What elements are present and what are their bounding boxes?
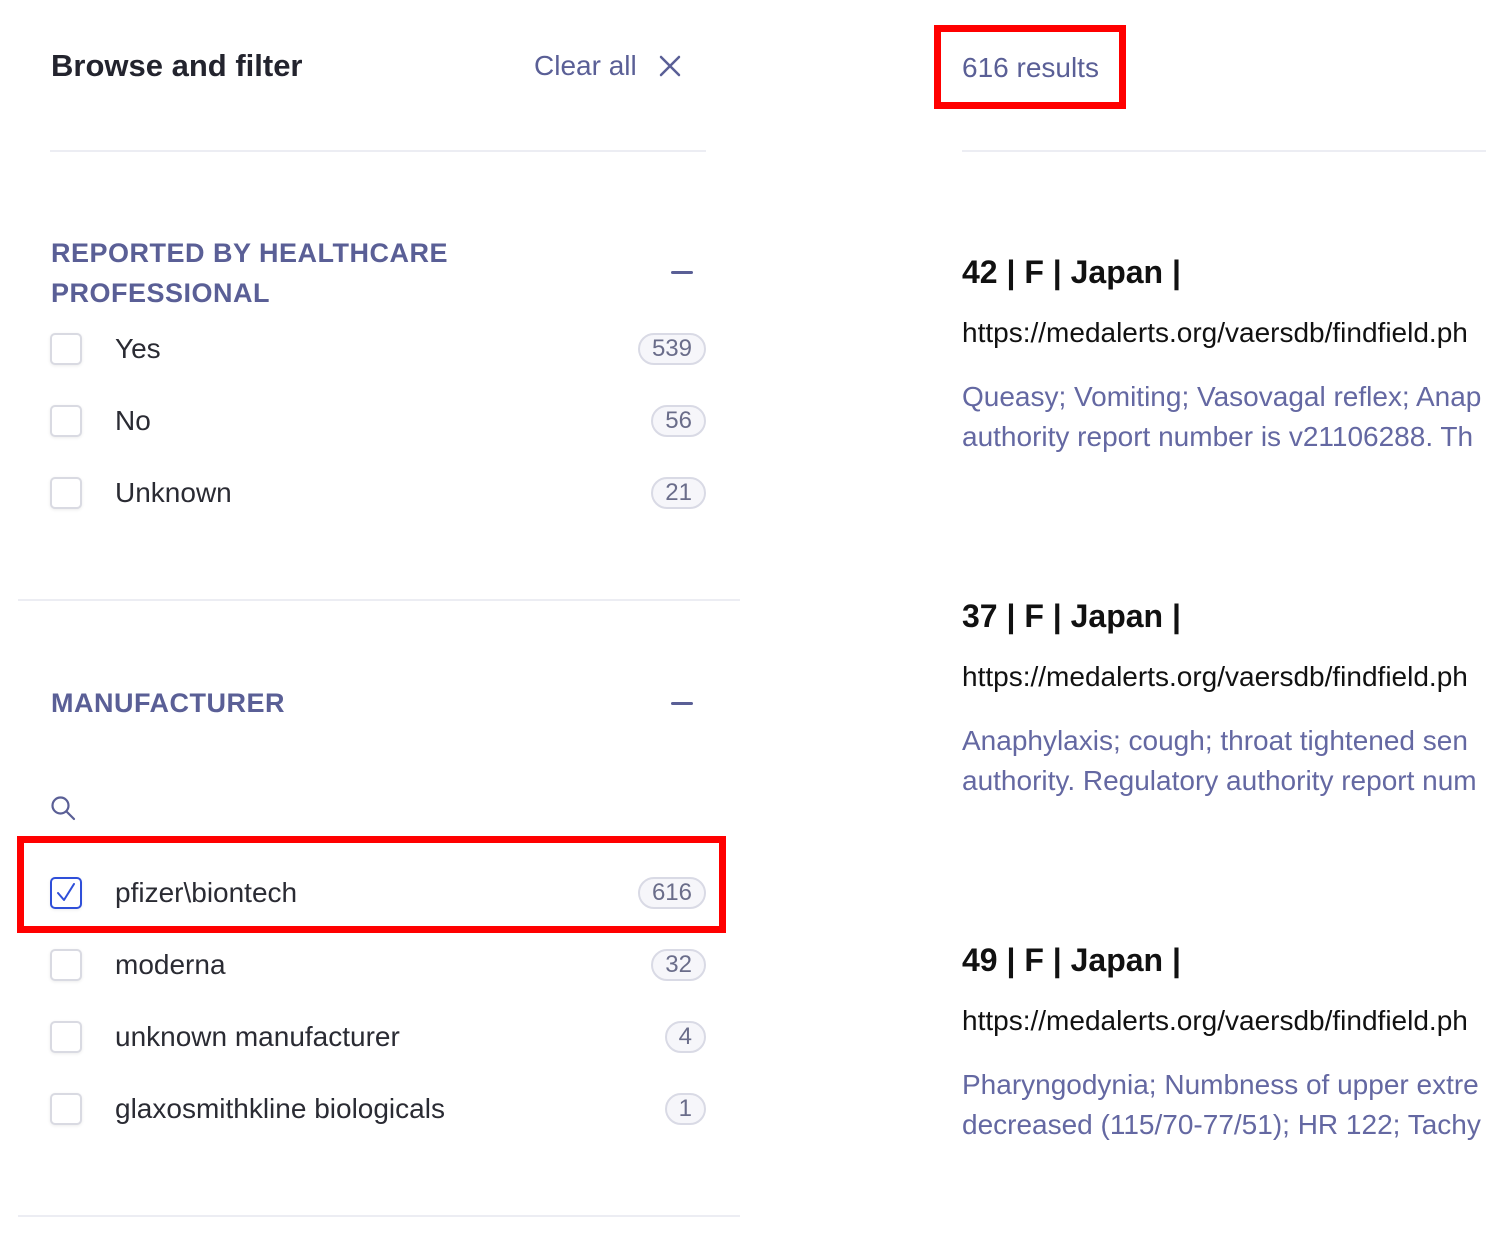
snippet-line: Anaphylaxis; cough; throat tightened sen	[962, 725, 1468, 756]
facet-heading-line: PROFESSIONAL	[51, 278, 271, 308]
filter-option-yes[interactable]: Yes 539	[50, 327, 706, 371]
filter-option-unknown[interactable]: Unknown 21	[50, 471, 706, 515]
checkbox[interactable]	[50, 949, 82, 981]
sidebar-title: Browse and filter	[51, 48, 303, 83]
highlight-box	[17, 836, 726, 933]
result-title[interactable]: 49 | F | Japan |	[962, 942, 1181, 979]
result-snippet: Anaphylaxis; cough; throat tightened sen…	[962, 721, 1477, 801]
option-label: glaxosmithkline biologicals	[115, 1093, 445, 1124]
facet-divider	[18, 1215, 740, 1217]
results-header-divider	[962, 150, 1486, 152]
result-title[interactable]: 42 | F | Japan |	[962, 254, 1181, 291]
checkbox[interactable]	[50, 477, 82, 509]
option-label: unknown manufacturer	[115, 1021, 400, 1052]
snippet-line: decreased (115/70-77/51); HR 122; Tachy	[962, 1109, 1481, 1140]
result-url[interactable]: https://medalerts.org/vaersdb/findfield.…	[962, 317, 1468, 349]
result-url[interactable]: https://medalerts.org/vaersdb/findfield.…	[962, 661, 1468, 693]
search-icon[interactable]	[50, 795, 76, 821]
result-snippet: Pharyngodynia; Numbness of upper extre d…	[962, 1065, 1481, 1145]
snippet-line: Queasy; Vomiting; Vasovagal reflex; Anap	[962, 381, 1482, 412]
collapse-icon[interactable]	[671, 271, 693, 274]
close-icon	[659, 55, 680, 77]
filter-option-moderna[interactable]: moderna 32	[50, 943, 706, 987]
snippet-line: authority. Regulatory authority report n…	[962, 765, 1477, 796]
result-title[interactable]: 37 | F | Japan |	[962, 598, 1181, 635]
filter-option-no[interactable]: No 56	[50, 399, 706, 443]
checkbox[interactable]	[50, 1021, 82, 1053]
checkbox[interactable]	[50, 333, 82, 365]
filter-option-unknown-manufacturer[interactable]: unknown manufacturer 4	[50, 1015, 706, 1059]
filter-option-glaxosmithkline[interactable]: glaxosmithkline biologicals 1	[50, 1087, 706, 1131]
option-label: moderna	[115, 949, 226, 980]
results-count: 616 results	[962, 52, 1099, 83]
clear-all-label: Clear all	[534, 50, 637, 81]
count-badge: 32	[651, 949, 706, 981]
snippet-line: Pharyngodynia; Numbness of upper extre	[962, 1069, 1479, 1100]
count-badge: 1	[664, 1093, 706, 1125]
collapse-icon[interactable]	[671, 702, 693, 705]
result-url[interactable]: https://medalerts.org/vaersdb/findfield.…	[962, 1005, 1468, 1037]
clear-all-button[interactable]: Clear all	[534, 50, 681, 82]
facet-divider	[18, 599, 740, 601]
count-badge: 56	[651, 405, 706, 437]
option-label: Yes	[115, 333, 161, 364]
count-badge: 21	[651, 477, 706, 509]
option-label: No	[115, 405, 151, 436]
checkbox[interactable]	[50, 405, 82, 437]
count-badge: 539	[637, 333, 706, 365]
option-label: Unknown	[115, 477, 232, 508]
count-badge: 4	[664, 1021, 706, 1053]
facet-heading-healthcare-professional: REPORTED BY HEALTHCARE PROFESSIONAL	[51, 233, 448, 313]
facet-heading-manufacturer: MANUFACTURER	[51, 688, 285, 718]
facet-heading-line: REPORTED BY HEALTHCARE	[51, 238, 449, 268]
checkbox[interactable]	[50, 1093, 82, 1125]
snippet-line: authority report number is v21106288. Th	[962, 421, 1474, 452]
sidebar-header-divider	[50, 150, 706, 152]
result-snippet: Queasy; Vomiting; Vasovagal reflex; Anap…	[962, 377, 1481, 457]
